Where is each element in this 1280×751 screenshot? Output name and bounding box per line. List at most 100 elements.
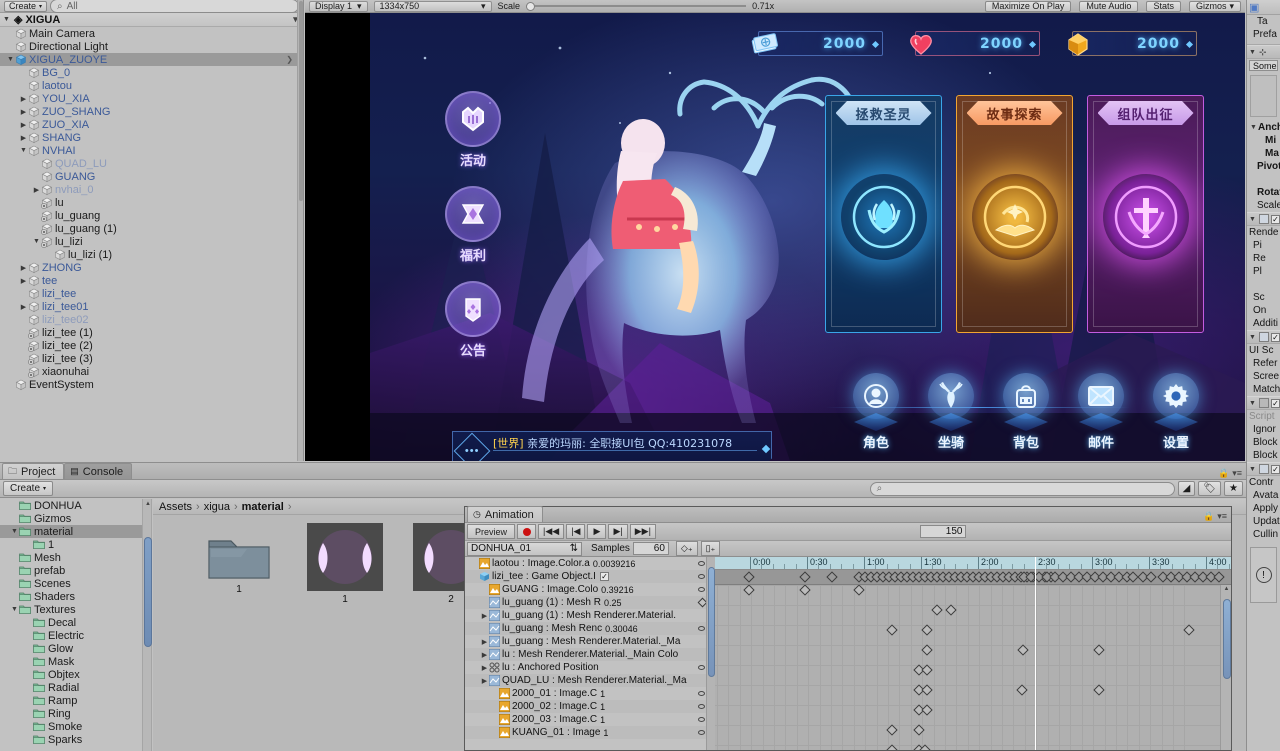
component-enabled-checkbox[interactable]: ✓ <box>1271 214 1280 224</box>
gizmos-dropdown[interactable]: Gizmos ▾ <box>1188 0 1241 12</box>
chevron-right-icon[interactable]: ▶ <box>6 30 15 38</box>
chevron-right-icon[interactable]: ▶ <box>19 69 28 77</box>
hierarchy-item-tee[interactable]: ▶ tee <box>0 274 303 287</box>
hierarchy-item-lizi-tee-3-[interactable]: ▶ lizi_tee (3) <box>0 352 303 365</box>
scale-slider-track[interactable] <box>535 5 747 7</box>
chevron-right-icon[interactable]: ▶ <box>32 160 41 168</box>
nav-item-backpack[interactable]: 背包 <box>1000 373 1052 451</box>
project-folder-glow[interactable]: ▶ Glow <box>0 642 142 655</box>
keyframe[interactable] <box>945 604 957 616</box>
keyframe-toggle-icon[interactable] <box>698 626 705 631</box>
summary-keyframe[interactable] <box>799 571 811 583</box>
panel-menu-icon[interactable]: ▾≡ <box>1217 511 1227 522</box>
hierarchy-item-guang[interactable]: ▶ GUANG <box>0 170 303 183</box>
resolution-dropdown[interactable]: 1334x750 ▾ <box>373 0 492 12</box>
left-button-welfare[interactable]: 福利 <box>445 186 501 264</box>
breadcrumb-item-material[interactable]: material <box>242 501 284 513</box>
feature-card-2[interactable]: 故事探索 <box>956 95 1073 333</box>
chevron-right-icon[interactable]: ▶ <box>6 43 15 51</box>
feature-card-1[interactable]: 拯救圣灵 <box>825 95 942 333</box>
timeline-ruler[interactable]: 0:00 0:30 1:00 1:30 2:00 2:30 3:00 3:30 4:00 <box>715 557 1231 570</box>
chevron-right-icon[interactable]: ▶ <box>10 593 19 601</box>
currency-heart[interactable]: 2000 <box>910 31 1040 56</box>
project-search-input[interactable]: ⌕ <box>869 481 1175 496</box>
keyframe[interactable] <box>853 585 865 596</box>
display-dropdown[interactable]: Display 1 ▾ <box>309 0 368 12</box>
chevron-down-icon[interactable]: ▼ <box>6 56 15 63</box>
summary-keyframe[interactable] <box>743 571 755 583</box>
property-list-scrollbar[interactable] <box>706 557 715 750</box>
chevron-right-icon[interactable]: ▶ <box>480 586 489 594</box>
animation-property-row[interactable]: ▶ lu_guang : Mesh Renderer.Material._Ma <box>465 635 715 648</box>
maximize-on-play-toggle[interactable]: Maximize On Play <box>984 0 1072 12</box>
animation-property-row[interactable]: ▶ 2000_03 : Image.C1 <box>465 713 715 726</box>
left-button-activity[interactable]: 活动 <box>445 91 501 169</box>
project-folder-ring[interactable]: ▶ Ring <box>0 707 142 720</box>
chevron-down-icon[interactable]: ▼ <box>1248 400 1257 407</box>
chevron-right-icon[interactable]: ▶ <box>19 121 28 129</box>
project-folder-scenes[interactable]: ▶ Scenes <box>0 577 142 590</box>
chevron-right-icon[interactable]: ▶ <box>24 710 33 718</box>
currency-add-icon[interactable] <box>1028 40 1037 49</box>
samples-field[interactable]: 60 <box>632 542 669 555</box>
first-frame-button[interactable]: |◀◀ <box>538 524 565 539</box>
chevron-right-icon[interactable]: ▶ <box>480 664 489 672</box>
stats-toggle[interactable]: Stats <box>1146 0 1181 12</box>
hierarchy-item-shang[interactable]: ▶ SHANG <box>0 131 303 144</box>
animation-property-list[interactable]: ▶laotou : Image.Color.a0.0039216▶lizi_te… <box>465 557 715 750</box>
scroll-up-icon[interactable]: ▲ <box>1222 585 1231 593</box>
hierarchy-item-lizi-tee-2-[interactable]: ▶ lizi_tee (2) <box>0 339 303 352</box>
lock-icon[interactable]: 🔒 <box>1218 468 1229 479</box>
tab-console[interactable]: ▤ Console <box>64 463 133 479</box>
hierarchy-item-lizi-tee[interactable]: ▶ lizi_tee <box>0 287 303 300</box>
chevron-right-icon[interactable]: ▶ <box>24 619 33 627</box>
chevron-right-icon[interactable]: ▶ <box>24 632 33 640</box>
hierarchy-item-lu-guang[interactable]: ▶ lu_guang <box>0 209 303 222</box>
hierarchy-scrollbar[interactable] <box>297 0 303 461</box>
hierarchy-item-xigua-zuoye[interactable]: ▼ XIGUA_ZUOYE ❯ <box>0 53 303 66</box>
animation-property-row[interactable]: ▶ QUAD_LU : Mesh Renderer.Material._Ma <box>465 674 715 687</box>
chevron-right-icon[interactable]: ▶ <box>480 651 489 659</box>
prev-keyframe-button[interactable]: |◀ <box>566 524 586 539</box>
hierarchy-item-zuo-xia[interactable]: ▶ ZUO_XIA <box>0 118 303 131</box>
keyframe-toggle-icon[interactable] <box>698 665 705 670</box>
project-folder-smoke[interactable]: ▶ Smoke <box>0 720 142 733</box>
chat-bubble-icon[interactable]: ••• <box>453 432 491 461</box>
chevron-right-icon[interactable]: ▶ <box>480 599 489 607</box>
game-render-area[interactable]: 2000 2000 2000 活动 福利 公告 拯救圣灵 故事探索 组队出征 ••• [世界… <box>305 13 1245 461</box>
project-folder-textures[interactable]: ▼ Textures <box>0 603 142 616</box>
lock-icon[interactable]: 🔒 <box>1203 511 1214 522</box>
chevron-right-icon[interactable]: ▶ <box>32 186 41 194</box>
chevron-right-icon[interactable]: ▶ <box>24 736 33 744</box>
breadcrumb-item-assets[interactable]: Assets <box>159 501 192 513</box>
project-folder-shaders[interactable]: ▶ Shaders <box>0 590 142 603</box>
chevron-right-icon[interactable]: ▶ <box>19 342 28 350</box>
timeline-grid[interactable] <box>715 585 1231 750</box>
add-keyframe-button[interactable]: ◇₊ <box>675 541 698 556</box>
chevron-down-icon[interactable]: ▼ <box>2 16 11 23</box>
project-folder-mesh[interactable]: ▶ Mesh <box>0 551 142 564</box>
chevron-down-icon[interactable]: ▼ <box>1248 49 1257 56</box>
filter-by-label-button[interactable]: 🏷 <box>1198 481 1222 496</box>
component-header-raycaster[interactable]: ▼ ✓ <box>1247 396 1280 410</box>
chevron-right-icon[interactable]: ▶ <box>32 212 41 220</box>
hierarchy-item-directional-light[interactable]: ▶ Directional Light <box>0 40 303 53</box>
chevron-right-icon[interactable]: ▶ <box>6 381 15 389</box>
chevron-right-icon[interactable]: ▶ <box>10 567 19 575</box>
summary-keyframe[interactable] <box>1213 571 1225 583</box>
favorites-button[interactable]: ★ <box>1224 481 1243 496</box>
chevron-right-icon[interactable]: ▶ <box>19 82 28 90</box>
chevron-right-icon[interactable]: ▶ <box>24 658 33 666</box>
project-create-button[interactable]: Create ▾ <box>3 481 54 496</box>
hierarchy-item-lu-lizi-1-[interactable]: ▶ lu_lizi (1) <box>0 248 303 261</box>
chevron-right-icon[interactable]: ▶ <box>19 303 28 311</box>
keyframe-toggle-icon[interactable] <box>698 730 705 735</box>
chevron-right-icon[interactable]: ▶ <box>10 502 19 510</box>
chevron-down-icon[interactable]: ▼ <box>19 147 28 154</box>
hierarchy-item-you-xia[interactable]: ▶ YOU_XIA <box>0 92 303 105</box>
chevron-right-icon[interactable]: ▶ <box>19 355 28 363</box>
hierarchy-item-lizi-tee02[interactable]: ▶ lizi_tee02 <box>0 313 303 326</box>
animation-property-value[interactable]: 0.25 <box>604 598 622 608</box>
hierarchy-item-eventsystem[interactable]: ▶ EventSystem <box>0 378 303 391</box>
hierarchy-create-button[interactable]: Create ▾ <box>4 0 48 12</box>
